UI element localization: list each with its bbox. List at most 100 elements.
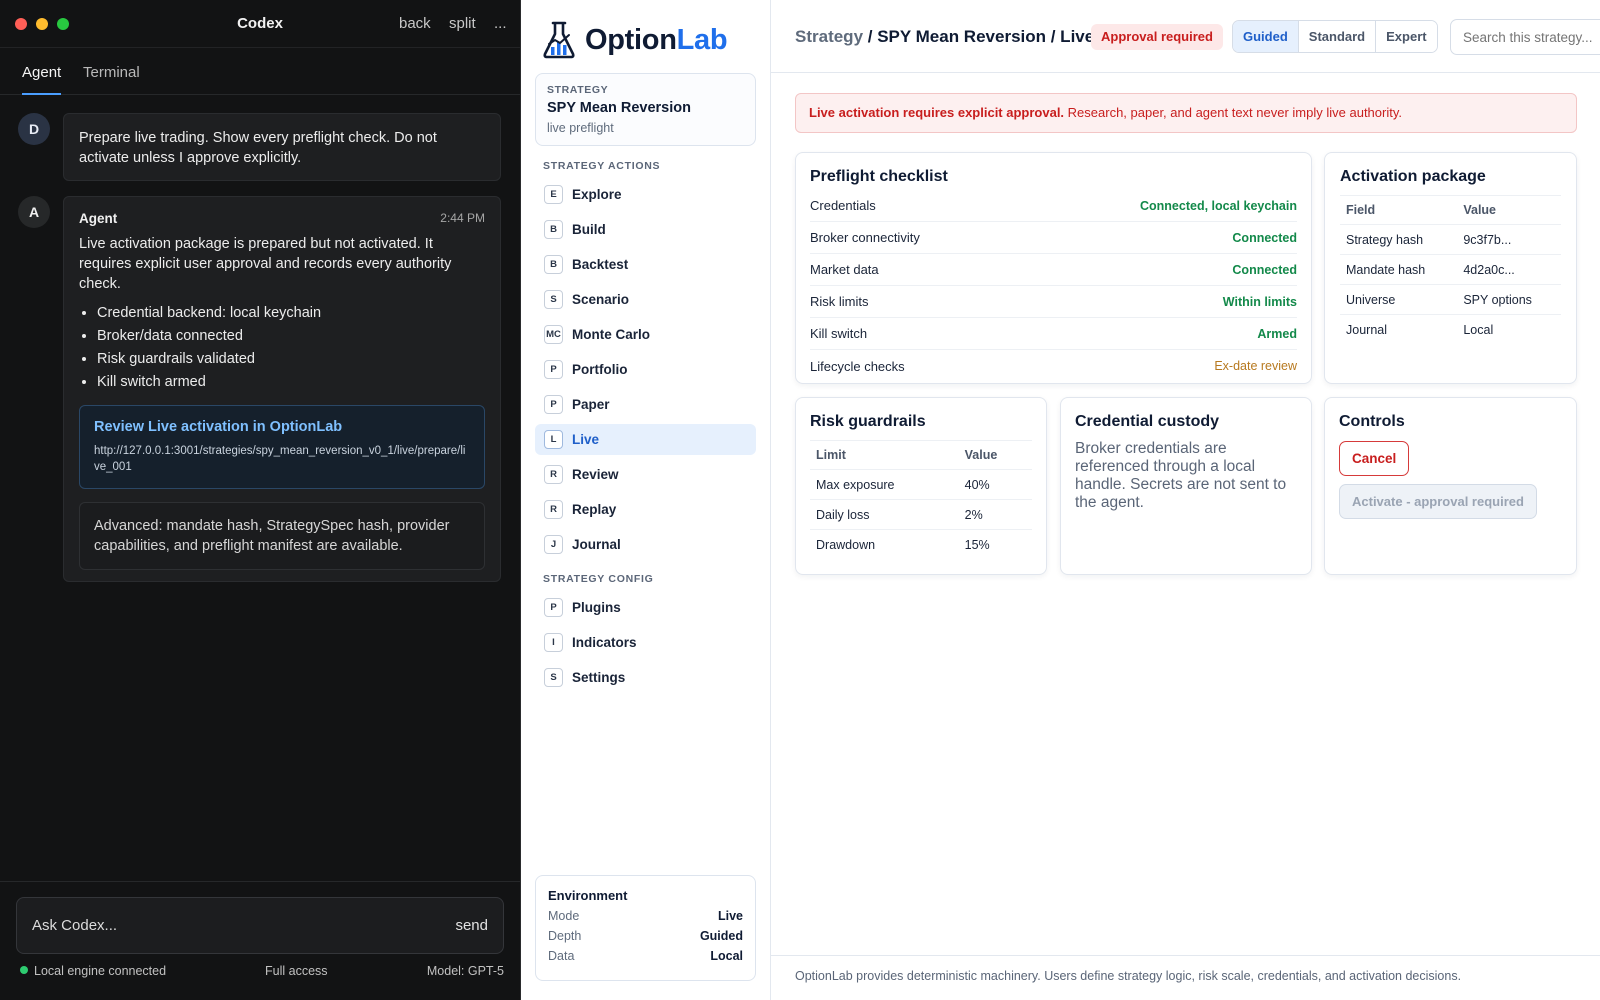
- table-cell: 40%: [958, 469, 1032, 500]
- preflight-list: Credentials Connected, local keychain Bro…: [810, 190, 1297, 382]
- risk-title: Risk guardrails: [810, 413, 926, 430]
- composer-area: Ask Codex... send Local engine connected…: [0, 881, 520, 1000]
- more-options-button[interactable]: ...: [494, 15, 507, 32]
- engine-status: Local engine connected: [20, 964, 166, 978]
- strategy-config-heading: STRATEGY CONFIG: [543, 573, 654, 585]
- list-item: Broker/data connected: [97, 325, 485, 348]
- check-status: Within limits: [1222, 294, 1297, 309]
- credential-title: Credential custody: [1075, 413, 1220, 430]
- column-header: Field: [1340, 195, 1458, 225]
- table-cell: Drawdown: [816, 537, 876, 552]
- optionlab-logo[interactable]: OptionLab: [541, 18, 728, 62]
- table-cell: 2%: [958, 499, 1032, 530]
- table-row: Strategy hash 9c3f7b...: [1340, 224, 1561, 255]
- breadcrumb: Strategy / SPY Mean Reversion / Live: [795, 27, 1094, 47]
- table-header-row: Limit Value: [810, 440, 1032, 470]
- nav-key: I: [544, 633, 563, 652]
- nav-key: R: [544, 465, 563, 484]
- table-cell: 15%: [964, 537, 990, 552]
- depth-standard-button[interactable]: Standard: [1298, 21, 1377, 52]
- nav-key: R: [544, 500, 563, 519]
- main-content: Strategy / SPY Mean Reversion / Live App…: [771, 0, 1600, 1000]
- sidebar-item-indicators[interactable]: I Indicators: [535, 627, 756, 658]
- check-label: Kill switch: [810, 326, 868, 341]
- back-button[interactable]: back: [399, 15, 431, 32]
- activation-package-card: Activation package Field Value Strategy h…: [1324, 152, 1577, 384]
- tab-terminal[interactable]: Terminal: [83, 64, 140, 81]
- agent-name: Agent: [79, 211, 118, 226]
- nav-key: J: [544, 535, 563, 554]
- preflight-row: Credentials Connected, local keychain: [810, 190, 1297, 222]
- preflight-row: Kill switch Armed: [810, 318, 1297, 350]
- nav-label: Backtest: [572, 257, 629, 272]
- engine-status-label: Local engine connected: [34, 964, 167, 978]
- nav-label: Indicators: [572, 635, 637, 650]
- sidebar-item-explore[interactable]: E Explore: [535, 179, 756, 210]
- review-live-activation-link[interactable]: Review Live activation in OptionLab http…: [79, 405, 485, 489]
- sidebar-item-scenario[interactable]: S Scenario: [535, 284, 756, 315]
- breadcrumb-strategy-link[interactable]: Strategy: [795, 27, 863, 46]
- codex-panel: Codex back split ... Agent Terminal D Pr…: [0, 0, 521, 1000]
- env-key: Depth: [548, 929, 582, 943]
- depth-mode-switch: Guided Standard Expert: [1232, 20, 1438, 53]
- nav-label: Scenario: [572, 292, 630, 307]
- table-cell: 9c3f7b...: [1457, 224, 1561, 255]
- depth-guided-button[interactable]: Guided: [1233, 21, 1299, 52]
- table-row: Mandate hash 4d2a0c...: [1340, 254, 1561, 285]
- maximize-window-button[interactable]: [57, 18, 69, 30]
- controls-card: Controls Cancel Activate - approval requ…: [1324, 397, 1577, 575]
- agent-message: A Agent 2:44 PM Live activation package …: [18, 196, 503, 586]
- environment-title: Environment: [548, 888, 628, 903]
- nav-key: B: [544, 255, 563, 274]
- model-selector[interactable]: Model: GPT-5: [427, 964, 504, 978]
- check-status: Ex-date review: [1214, 359, 1297, 373]
- sidebar-item-journal[interactable]: J Journal: [535, 529, 756, 560]
- sidebar-item-backtest[interactable]: B Backtest: [535, 249, 756, 280]
- nav-label: Journal: [572, 537, 621, 552]
- flask-logo-icon: [543, 21, 575, 59]
- nav-label: Live: [572, 432, 600, 447]
- ask-codex-input[interactable]: Ask Codex...: [32, 917, 117, 934]
- nav-label: Replay: [572, 502, 617, 517]
- message-timestamp: 2:44 PM: [440, 211, 485, 225]
- composer: Ask Codex... send: [16, 897, 504, 954]
- credential-custody-card: Credential custody Broker credentials ar…: [1060, 397, 1312, 575]
- env-value: Live: [717, 909, 743, 923]
- close-window-button[interactable]: [15, 18, 27, 30]
- env-row-data: Data Local: [548, 949, 743, 963]
- sidebar-item-monte-carlo[interactable]: MC Monte Carlo: [535, 319, 756, 350]
- sidebar-item-review[interactable]: R Review: [535, 459, 756, 490]
- advanced-details-note: Advanced: mandate hash, StrategySpec has…: [79, 502, 485, 570]
- strategy-actions-heading: STRATEGY ACTIONS: [543, 160, 661, 172]
- depth-expert-button[interactable]: Expert: [1376, 21, 1437, 52]
- activate-button[interactable]: Activate - approval required: [1339, 484, 1537, 519]
- nav-key: E: [544, 185, 563, 204]
- sidebar-item-replay[interactable]: R Replay: [535, 494, 756, 525]
- nav-key: S: [544, 290, 563, 309]
- check-status: Connected, local keychain: [1140, 198, 1297, 213]
- strategy-search-input[interactable]: [1450, 19, 1600, 55]
- sidebar-item-plugins[interactable]: P Plugins: [535, 592, 756, 623]
- sidebar-item-settings[interactable]: S Settings: [535, 662, 756, 693]
- risk-table: Limit Value Max exposure 40% Daily loss 2% …: [810, 440, 1032, 560]
- strategy-card[interactable]: STRATEGY SPY Mean Reversion live preflig…: [535, 73, 756, 146]
- user-message: D Prepare live trading. Show every prefl…: [18, 113, 503, 183]
- minimize-window-button[interactable]: [36, 18, 48, 30]
- split-button[interactable]: split: [449, 15, 476, 32]
- preflight-title: Preflight checklist: [810, 168, 948, 185]
- check-label: Risk limits: [810, 294, 869, 309]
- access-level[interactable]: Full access: [265, 964, 328, 978]
- tab-agent[interactable]: Agent: [22, 64, 62, 95]
- preflight-row: Market data Connected: [810, 254, 1297, 286]
- send-button[interactable]: send: [455, 917, 488, 934]
- cancel-button[interactable]: Cancel: [1339, 441, 1410, 476]
- table-cell: Journal: [1346, 322, 1387, 337]
- sidebar-item-live[interactable]: L Live: [535, 424, 756, 455]
- review-link-url: http://127.0.0.1:3001/strategies/spy_mea…: [94, 445, 466, 473]
- sidebar-item-paper[interactable]: P Paper: [535, 389, 756, 420]
- sidebar-item-portfolio[interactable]: P Portfolio: [535, 354, 756, 385]
- sidebar-item-build[interactable]: B Build: [535, 214, 756, 245]
- env-row-mode: Mode Live: [548, 909, 743, 923]
- nav-key: B: [544, 220, 563, 239]
- breadcrumb-path: / SPY Mean Reversion / Live: [863, 27, 1095, 46]
